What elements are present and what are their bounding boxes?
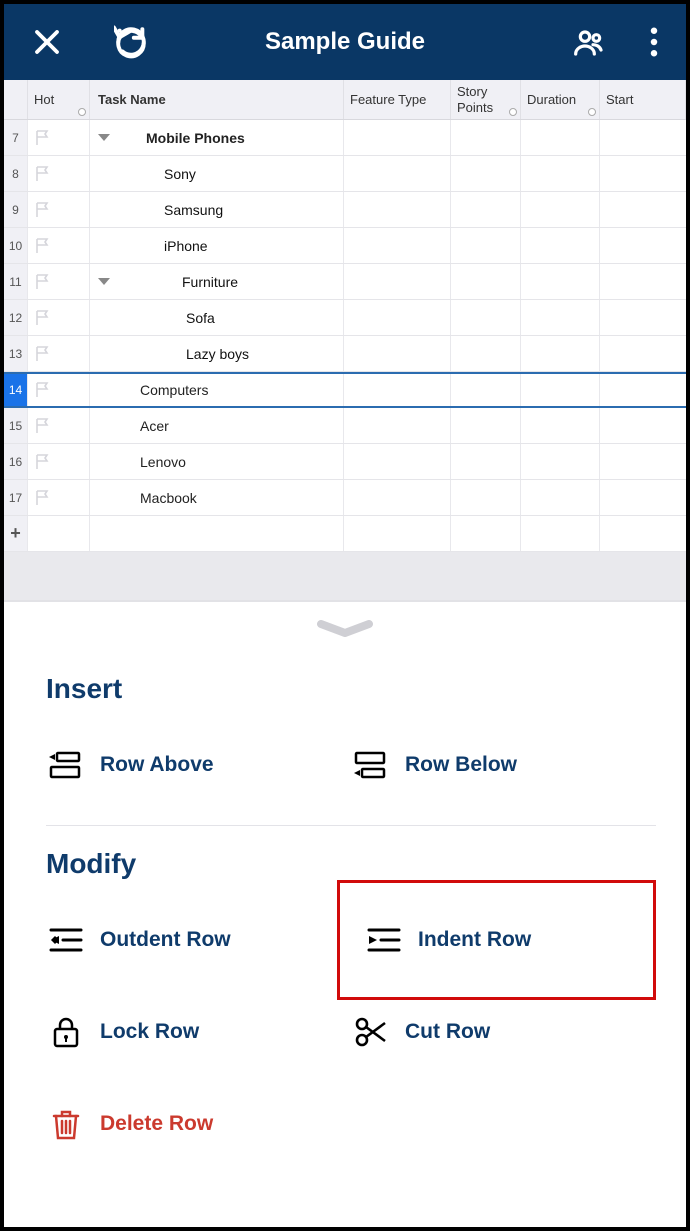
table-row[interactable]: 16 Lenovo bbox=[4, 444, 686, 480]
insert-actions: Row Above Row Below bbox=[4, 719, 686, 825]
task-name: Lenovo bbox=[98, 454, 186, 470]
col-header-story[interactable]: Story Points bbox=[451, 80, 521, 119]
action-sheet: Insert Row Above Row Below Modify Outden… bbox=[4, 600, 686, 1184]
add-row[interactable]: + bbox=[4, 516, 686, 552]
row-below-icon bbox=[351, 745, 391, 785]
col-header-label: Duration bbox=[527, 92, 576, 107]
task-name: Mobile Phones bbox=[116, 130, 245, 146]
table-row[interactable]: 12 Sofa bbox=[4, 300, 686, 336]
col-blank bbox=[4, 80, 28, 119]
grid-body: 7 Mobile Phones 8 Sony 9 Samsung 10 iPhone 11 Fur… bbox=[4, 120, 686, 516]
action-label: Outdent Row bbox=[100, 928, 231, 952]
task-name: iPhone bbox=[98, 238, 208, 254]
col-header-label: Story Points bbox=[457, 84, 514, 115]
sort-icon[interactable] bbox=[509, 108, 517, 116]
flag-icon[interactable] bbox=[34, 129, 52, 147]
table-row[interactable]: 7 Mobile Phones bbox=[4, 120, 686, 156]
table-row[interactable]: 8 Sony bbox=[4, 156, 686, 192]
table-row[interactable]: 14 Computers bbox=[4, 372, 686, 408]
row-number[interactable]: 17 bbox=[4, 480, 28, 515]
col-header-label: Task Name bbox=[98, 92, 166, 107]
col-header-hot[interactable]: Hot bbox=[28, 80, 90, 119]
row-below-button[interactable]: Row Below bbox=[351, 719, 656, 811]
col-header-label: Start bbox=[606, 92, 633, 107]
lock-row-button[interactable]: Lock Row bbox=[46, 986, 351, 1078]
col-header-task[interactable]: Task Name bbox=[90, 80, 344, 119]
flag-icon[interactable] bbox=[34, 345, 52, 363]
close-icon[interactable] bbox=[32, 27, 62, 57]
app-header: Sample Guide bbox=[4, 4, 686, 80]
section-title-insert: Insert bbox=[4, 651, 686, 719]
task-name: Sofa bbox=[98, 310, 215, 326]
outdent-row-button[interactable]: Outdent Row bbox=[46, 894, 351, 986]
col-header-feature[interactable]: Feature Type bbox=[344, 80, 451, 119]
row-number[interactable]: 13 bbox=[4, 336, 28, 371]
task-name: Samsung bbox=[98, 202, 223, 218]
col-header-start[interactable]: Start bbox=[600, 80, 686, 119]
overflow-menu-icon[interactable] bbox=[650, 27, 658, 57]
chevron-down-icon[interactable] bbox=[98, 278, 110, 285]
action-label: Indent Row bbox=[418, 928, 531, 952]
task-name: Furniture bbox=[116, 274, 238, 290]
col-header-label: Hot bbox=[34, 92, 54, 107]
task-name: Lazy boys bbox=[98, 346, 249, 362]
modify-actions: Outdent Row Indent Row Lock Row Cut Row … bbox=[4, 894, 686, 1184]
flag-icon[interactable] bbox=[34, 201, 52, 219]
row-number[interactable]: 16 bbox=[4, 444, 28, 479]
column-header-row: Hot Task Name Feature Type Story Points … bbox=[4, 80, 686, 120]
trash-icon bbox=[46, 1104, 86, 1144]
col-header-label: Feature Type bbox=[350, 92, 426, 107]
people-icon[interactable] bbox=[573, 26, 605, 58]
row-number[interactable]: 8 bbox=[4, 156, 28, 191]
add-row-plus[interactable]: + bbox=[4, 516, 28, 551]
flag-icon[interactable] bbox=[34, 489, 52, 507]
row-number[interactable]: 10 bbox=[4, 228, 28, 263]
col-header-duration[interactable]: Duration bbox=[521, 80, 600, 119]
delete-row-button[interactable]: Delete Row bbox=[46, 1078, 351, 1170]
flag-icon[interactable] bbox=[34, 381, 52, 399]
table-row[interactable]: 15 Acer bbox=[4, 408, 686, 444]
page-title: Sample Guide bbox=[265, 28, 425, 56]
row-number[interactable]: 11 bbox=[4, 264, 28, 299]
row-number[interactable]: 9 bbox=[4, 192, 28, 227]
flag-icon[interactable] bbox=[34, 309, 52, 327]
refresh-icon[interactable] bbox=[114, 25, 148, 59]
table-row[interactable]: 13 Lazy boys bbox=[4, 336, 686, 372]
indent-icon bbox=[364, 920, 404, 960]
task-name: Computers bbox=[98, 382, 208, 398]
outdent-icon bbox=[46, 920, 86, 960]
row-number[interactable]: 15 bbox=[4, 408, 28, 443]
sort-icon[interactable] bbox=[78, 108, 86, 116]
sort-icon[interactable] bbox=[588, 108, 596, 116]
cut-icon bbox=[351, 1012, 391, 1052]
table-row[interactable]: 10 iPhone bbox=[4, 228, 686, 264]
task-name: Acer bbox=[98, 418, 169, 434]
flag-icon[interactable] bbox=[34, 453, 52, 471]
task-name: Macbook bbox=[98, 490, 197, 506]
chevron-down-icon[interactable] bbox=[98, 134, 110, 141]
row-number[interactable]: 14 bbox=[4, 374, 28, 406]
row-number[interactable]: 12 bbox=[4, 300, 28, 335]
action-label: Row Below bbox=[405, 753, 517, 777]
indent-row-button[interactable]: Indent Row bbox=[337, 880, 656, 1000]
action-label: Lock Row bbox=[100, 1020, 199, 1044]
table-row[interactable]: 17 Macbook bbox=[4, 480, 686, 516]
action-label: Cut Row bbox=[405, 1020, 490, 1044]
table-footer-gap bbox=[4, 552, 686, 600]
table-row[interactable]: 9 Samsung bbox=[4, 192, 686, 228]
flag-icon[interactable] bbox=[34, 417, 52, 435]
cut-row-button[interactable]: Cut Row bbox=[351, 986, 656, 1078]
flag-icon[interactable] bbox=[34, 273, 52, 291]
sheet-grabber[interactable] bbox=[4, 602, 686, 651]
row-number[interactable]: 7 bbox=[4, 120, 28, 155]
action-label: Delete Row bbox=[100, 1112, 213, 1136]
row-above-icon bbox=[46, 745, 86, 785]
flag-icon[interactable] bbox=[34, 165, 52, 183]
flag-icon[interactable] bbox=[34, 237, 52, 255]
task-name: Sony bbox=[98, 166, 196, 182]
row-above-button[interactable]: Row Above bbox=[46, 719, 351, 811]
action-label: Row Above bbox=[100, 753, 214, 777]
table-row[interactable]: 11 Furniture bbox=[4, 264, 686, 300]
lock-icon bbox=[46, 1012, 86, 1052]
